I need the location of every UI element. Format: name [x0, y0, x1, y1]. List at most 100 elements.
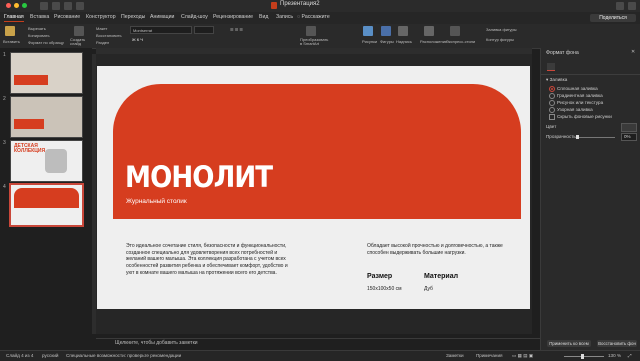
- slide-thumbnail-1[interactable]: [10, 52, 83, 94]
- pattern-fill-label[interactable]: Узорная заливка: [557, 107, 593, 112]
- new-slide-icon[interactable]: [74, 26, 84, 36]
- thumbnail-photo: [11, 97, 82, 137]
- tab-review[interactable]: Рецензирование: [213, 14, 253, 20]
- comments-toggle[interactable]: Примечания: [476, 353, 503, 358]
- slide-thumbnail-2[interactable]: [10, 96, 83, 138]
- arrange-icon[interactable]: [424, 26, 434, 36]
- tab-design[interactable]: Конструктор: [86, 14, 116, 20]
- zoom-window-button[interactable]: [22, 3, 27, 8]
- tab-tell-me[interactable]: ◌ Расскажите: [297, 14, 330, 20]
- quality-text[interactable]: Обладает высокой прочностью и долговечно…: [367, 243, 517, 256]
- transparency-label: Прозрачность: [546, 134, 576, 139]
- thumbnail-red-block: [14, 119, 44, 129]
- textbox-label[interactable]: Надпись: [396, 39, 412, 44]
- size-heading[interactable]: Размер: [367, 273, 392, 280]
- slide-thumbnail-3[interactable]: ДЕТСКАЯ КОЛЛЕКЦИЯ: [10, 140, 83, 182]
- copy-button[interactable]: Копировать: [28, 33, 50, 38]
- section-button[interactable]: Раздел: [96, 40, 109, 45]
- minimize-window-button[interactable]: [14, 3, 19, 8]
- shapes-icon[interactable]: [381, 26, 391, 36]
- smartart-icon[interactable]: [306, 26, 316, 36]
- product-subtitle[interactable]: Журнальный столик: [126, 198, 187, 205]
- picture-icon[interactable]: [363, 26, 373, 36]
- hide-background-label[interactable]: Скрыть фоновые рисунки: [557, 114, 612, 119]
- arrange-label[interactable]: Расположение: [420, 39, 447, 44]
- thumbnail-title: ДЕТСКАЯ КОЛЛЕКЦИЯ: [14, 143, 46, 154]
- bold-button[interactable]: Ж К Ч: [132, 37, 143, 42]
- slide-number: 2: [3, 96, 6, 102]
- fit-to-window-icon[interactable]: ⤢: [628, 353, 632, 358]
- color-picker-button[interactable]: [621, 123, 637, 132]
- gradient-fill-radio[interactable]: [549, 93, 555, 99]
- tab-animations[interactable]: Анимации: [150, 14, 174, 20]
- share-button[interactable]: Поделиться: [590, 14, 636, 22]
- fill-section-header[interactable]: ▾ Заливка: [546, 77, 567, 83]
- reset-background-button[interactable]: Восстановить фон: [597, 340, 637, 347]
- reset-button[interactable]: Восстановить: [96, 33, 122, 38]
- font-size-box[interactable]: [194, 26, 214, 34]
- picture-label[interactable]: Рисунки: [362, 39, 377, 44]
- hide-background-checkbox[interactable]: [549, 114, 555, 120]
- zoom-level[interactable]: 130 %: [608, 353, 621, 358]
- redo-icon[interactable]: [76, 2, 84, 10]
- zoom-slider[interactable]: [564, 356, 604, 357]
- transparency-slider[interactable]: [577, 137, 615, 138]
- apply-to-all-button[interactable]: Применить ко всем: [547, 340, 591, 347]
- view-buttons[interactable]: ▭ ▦ ▤ ▣: [512, 353, 533, 359]
- undo-icon[interactable]: [64, 2, 72, 10]
- shape-fill-button[interactable]: Заливка фигуры: [486, 27, 517, 32]
- transparency-input[interactable]: 0%: [621, 133, 637, 141]
- transparency-value: 0%: [624, 134, 631, 139]
- language-indicator[interactable]: русский: [42, 353, 58, 358]
- cut-button[interactable]: Вырезать: [28, 26, 46, 31]
- quick-styles-label[interactable]: Экспресс-стили: [446, 39, 475, 44]
- tab-home[interactable]: Главная: [4, 14, 24, 22]
- new-slide-label[interactable]: Создать слайд: [70, 38, 88, 46]
- tab-record[interactable]: Запись: [276, 14, 293, 20]
- tab-slideshow[interactable]: Слайд-шоу: [181, 14, 208, 20]
- slide-thumbnail-4[interactable]: [10, 184, 83, 226]
- home-icon[interactable]: [40, 2, 48, 10]
- quick-styles-icon[interactable]: [450, 26, 460, 36]
- gradient-fill-label[interactable]: Градиентная заливка: [557, 93, 603, 98]
- smartart-label[interactable]: Преобразовать в SmartArt: [300, 38, 328, 46]
- picture-fill-label[interactable]: Рисунок или текстура: [557, 100, 603, 105]
- material-heading[interactable]: Материал: [424, 273, 458, 280]
- tab-transitions[interactable]: Переходы: [121, 14, 145, 20]
- font-name-box[interactable]: Montserrat: [130, 26, 192, 34]
- tab-view[interactable]: Вид: [259, 14, 268, 20]
- paste-icon[interactable]: [5, 26, 15, 36]
- close-panel-icon[interactable]: ✕: [631, 49, 635, 55]
- layout-button[interactable]: Макет: [96, 26, 107, 31]
- shapes-label[interactable]: Фигуры: [380, 39, 394, 44]
- fill-section-label: Заливка: [549, 77, 568, 82]
- textbox-icon[interactable]: [398, 26, 408, 36]
- solid-fill-radio[interactable]: [549, 86, 555, 92]
- paste-label[interactable]: Вставить: [3, 39, 20, 44]
- slide-number: 3: [3, 140, 6, 146]
- fill-bucket-icon[interactable]: [547, 63, 555, 71]
- zoom-slider-handle[interactable]: [581, 354, 584, 359]
- notes-toggle[interactable]: Заметки: [446, 353, 464, 358]
- size-value[interactable]: 150х100х50 см: [367, 286, 402, 292]
- pattern-fill-radio[interactable]: [549, 107, 555, 113]
- format-painter-button[interactable]: Формат по образцу: [28, 40, 64, 45]
- list-buttons[interactable]: ☰ ☰ ☰: [230, 27, 243, 32]
- picture-fill-radio[interactable]: [549, 100, 555, 106]
- close-window-button[interactable]: [6, 3, 11, 8]
- material-value[interactable]: Дуб: [424, 286, 433, 292]
- notes-placeholder[interactable]: Щелкните, чтобы добавить заметки: [115, 340, 198, 346]
- current-slide[interactable]: МОНОЛИТ Журнальный столик Это идеальное …: [97, 66, 530, 309]
- notes-pane[interactable]: Щелкните, чтобы добавить заметки: [96, 338, 540, 349]
- shape-outline-button[interactable]: Контур фигуры: [486, 37, 514, 42]
- tab-draw[interactable]: Рисование: [54, 14, 80, 20]
- description-text[interactable]: Это идеальное сочетание стиля, безопасно…: [126, 243, 296, 277]
- solid-fill-label[interactable]: Сплошная заливка: [557, 86, 598, 91]
- search-icon[interactable]: [616, 2, 624, 10]
- save-icon[interactable]: [52, 2, 60, 10]
- transparency-slider-handle[interactable]: [576, 135, 579, 139]
- edit-icon[interactable]: [628, 2, 636, 10]
- tab-insert[interactable]: Вставка: [30, 14, 49, 20]
- brand-title[interactable]: МОНОЛИТ: [125, 160, 273, 194]
- accessibility-status[interactable]: Специальные возможности: проверьте реком…: [66, 353, 181, 358]
